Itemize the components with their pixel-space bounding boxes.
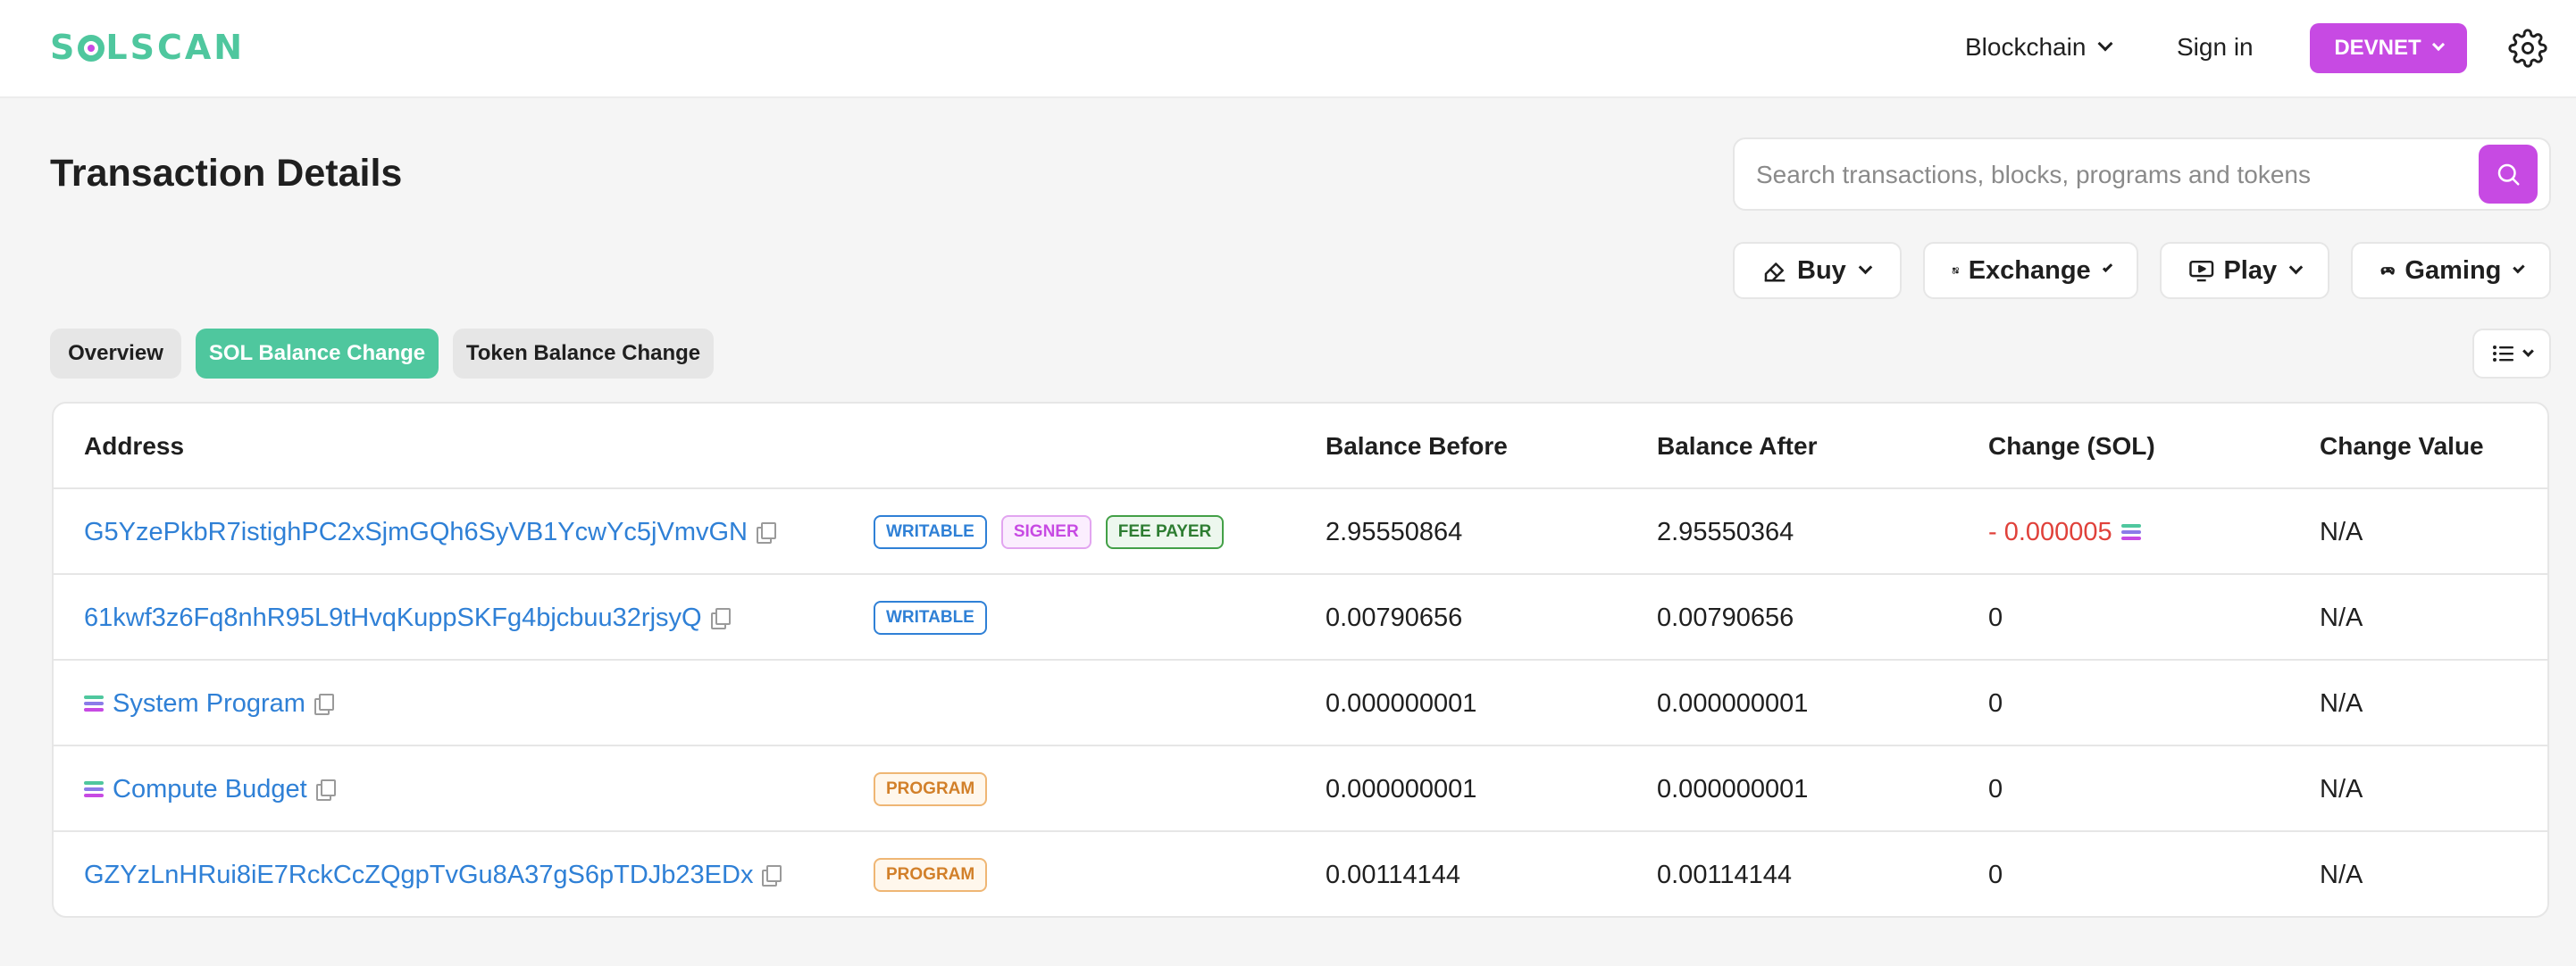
buy-icon <box>1764 262 1786 282</box>
gaming-menu[interactable]: Gaming <box>2351 242 2551 299</box>
balance-before: 0.000000001 <box>1326 688 1477 718</box>
tab-sol-balance-change[interactable]: SOL Balance Change <box>196 329 439 379</box>
sol-change: 0 <box>1988 688 2003 718</box>
copy-icon[interactable] <box>762 865 782 887</box>
account-address-link[interactable]: GZYzLnHRui8iE7RckCcZQgpTvGu8A37gS6pTDJb2… <box>84 861 753 890</box>
fee-payer-badge: FEE PAYER <box>1105 515 1225 549</box>
sol-change: 0 <box>1988 603 2003 632</box>
account-address-link[interactable]: System Program <box>113 689 305 719</box>
chevron-down-icon <box>2513 261 2525 273</box>
solana-program-icon <box>84 779 104 799</box>
balance-after: 2.95550364 <box>1657 517 1794 546</box>
search-button[interactable] <box>2479 145 2538 204</box>
gamepad-icon <box>2380 267 2395 275</box>
exchange-icon <box>1952 267 1959 274</box>
chevron-down-icon <box>2431 37 2445 52</box>
buy-menu[interactable]: Buy <box>1733 242 1902 299</box>
solana-icon <box>2120 522 2141 542</box>
balance-after: 0.00114144 <box>1657 860 1793 889</box>
chevron-down-icon <box>2102 262 2113 272</box>
table-row: Compute Budget PROGRAM 0.000000001 0.000… <box>54 746 2547 832</box>
change-value: N/A <box>2320 517 2363 546</box>
tab-overview[interactable]: Overview <box>50 329 181 379</box>
tab-token-balance-change[interactable]: Token Balance Change <box>453 329 714 379</box>
copy-icon[interactable] <box>314 694 334 715</box>
balance-before: 0.00114144 <box>1326 860 1461 889</box>
header-address: Address <box>84 432 185 460</box>
sol-change: 0 <box>1988 860 2003 889</box>
buy-menu-label: Buy <box>1797 255 1846 285</box>
writable-badge: WRITABLE <box>874 515 987 549</box>
account-address-link[interactable]: 61kwf3z6Fq8nhR95L9tHvqKuppSKFg4bjcbuu32r… <box>84 604 702 633</box>
table-header: Address Balance Before Balance After Cha… <box>54 404 2547 489</box>
view-options-button[interactable] <box>2472 329 2551 379</box>
change-value: N/A <box>2320 860 2363 889</box>
play-icon <box>2189 260 2214 282</box>
header-change-value: Change Value <box>2320 432 2484 460</box>
table-row: G5YzePkbR7istighPC2xSjmGQh6SyVB1YcwYc5jV… <box>54 489 2547 575</box>
chevron-down-icon <box>2288 260 2304 274</box>
copy-icon[interactable] <box>756 522 776 544</box>
signer-badge: SIGNER <box>1000 515 1091 549</box>
balance-after: 0.000000001 <box>1657 688 1809 718</box>
change-value: N/A <box>2320 603 2363 632</box>
network-label: DEVNET <box>2334 36 2421 60</box>
search-box <box>1733 137 2551 211</box>
balance-before: 0.000000001 <box>1326 774 1477 804</box>
exchange-menu-label: Exchange <box>1968 255 2091 285</box>
header-change-sol: Change (SOL) <box>1988 432 2155 460</box>
network-selector-button[interactable]: DEVNET <box>2310 23 2467 73</box>
balance-change-table: Address Balance Before Balance After Cha… <box>52 402 2549 918</box>
account-address-link[interactable]: G5YzePkbR7istighPC2xSjmGQh6SyVB1YcwYc5jV… <box>84 518 748 547</box>
exchange-menu[interactable]: Exchange <box>1923 242 2138 299</box>
chevron-down-icon <box>2522 345 2534 357</box>
account-address-link[interactable]: Compute Budget <box>113 775 307 804</box>
program-badge: PROGRAM <box>874 858 988 892</box>
copy-icon[interactable] <box>710 608 731 629</box>
change-value: N/A <box>2320 688 2363 718</box>
blockchain-menu[interactable]: Blockchain <box>1965 27 2113 68</box>
sol-change: 0 <box>1988 774 2003 804</box>
sol-change: - 0.000005 <box>1988 517 2112 546</box>
top-navbar: S LSCAN Blockchain Sign in DEVNET <box>0 0 2576 98</box>
play-menu[interactable]: Play <box>2160 242 2329 299</box>
gaming-menu-label: Gaming <box>2405 255 2502 285</box>
list-icon <box>2492 346 2513 362</box>
copy-icon[interactable] <box>315 779 336 801</box>
search-icon <box>2497 163 2520 186</box>
balance-after: 0.00790656 <box>1657 603 1794 632</box>
search-input[interactable] <box>1756 154 2488 196</box>
page-title: Transaction Details <box>50 152 403 195</box>
writable-badge: WRITABLE <box>874 601 987 635</box>
sign-in-link[interactable]: Sign in <box>2177 27 2254 68</box>
blockchain-menu-label: Blockchain <box>1965 33 2087 61</box>
chevron-down-icon <box>1858 260 1873 274</box>
header-balance-before: Balance Before <box>1326 432 1508 460</box>
change-value: N/A <box>2320 774 2363 804</box>
program-badge: PROGRAM <box>874 772 988 806</box>
balance-before: 2.95550864 <box>1326 517 1463 546</box>
gear-icon[interactable] <box>2508 29 2547 68</box>
table-row: GZYzLnHRui8iE7RckCcZQgpTvGu8A37gS6pTDJb2… <box>54 832 2547 916</box>
table-row: 61kwf3z6Fq8nhR95L9tHvqKuppSKFg4bjcbuu32r… <box>54 575 2547 661</box>
solscan-logo[interactable]: S LSCAN <box>50 27 245 68</box>
balance-before: 0.00790656 <box>1326 603 1463 632</box>
play-menu-label: Play <box>2223 255 2278 285</box>
table-row: System Program 0.000000001 0.000000001 0… <box>54 661 2547 746</box>
solana-program-icon <box>84 694 104 713</box>
header-balance-after: Balance After <box>1657 432 1818 460</box>
balance-after: 0.000000001 <box>1657 774 1809 804</box>
chevron-down-icon <box>2097 36 2113 52</box>
